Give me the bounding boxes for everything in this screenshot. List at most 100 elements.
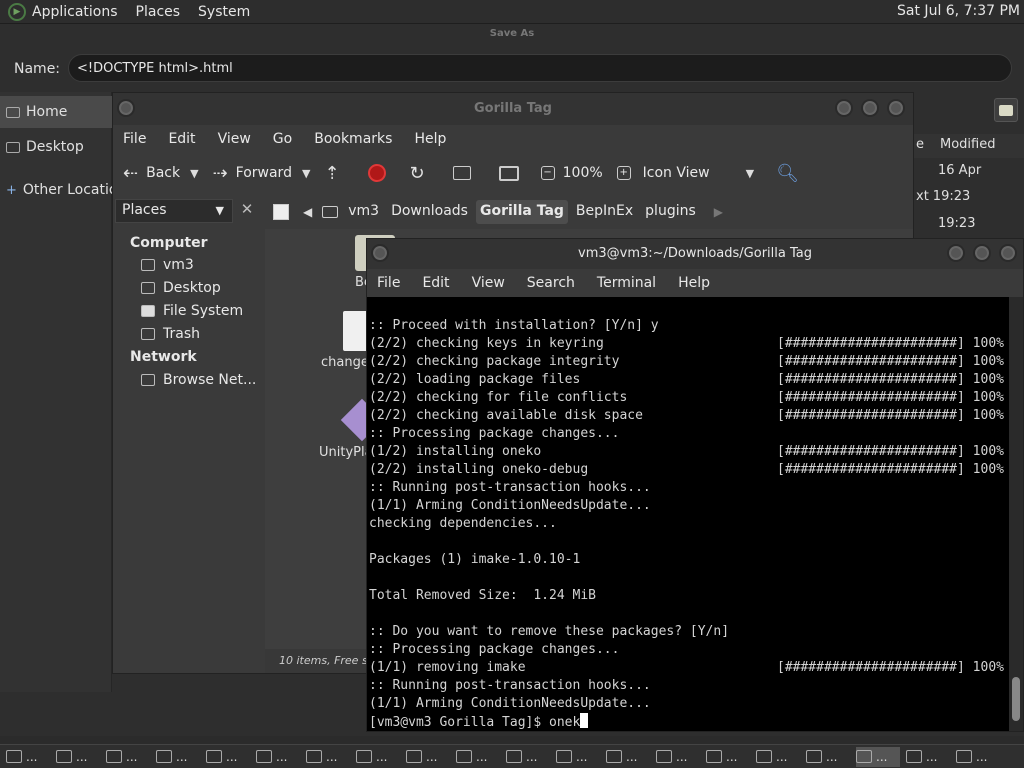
back-button[interactable]: ⇠ Back ▼ bbox=[123, 163, 199, 184]
sidepane-item-filesystem[interactable]: File System bbox=[141, 303, 243, 319]
terminal-screen[interactable]: :: Proceed with installation? [Y/n] y(2/… bbox=[367, 297, 1009, 731]
window-menu-button[interactable] bbox=[371, 244, 389, 262]
taskbar-item[interactable]: ... bbox=[656, 747, 700, 767]
sidepane-item-vm3[interactable]: vm3 bbox=[141, 257, 194, 273]
taskbar-item[interactable]: ... bbox=[206, 747, 250, 767]
menu-terminal[interactable]: Terminal bbox=[597, 275, 656, 291]
path-left-icon[interactable]: ◀ bbox=[303, 205, 312, 219]
taskbar-item[interactable]: ... bbox=[956, 747, 1000, 767]
sidepane-item-desktop[interactable]: Desktop bbox=[141, 280, 221, 296]
sidebar-item-label: Desktop bbox=[26, 139, 84, 155]
zoom-out-button[interactable]: − 100% bbox=[540, 165, 603, 181]
taskbar-item[interactable]: ... bbox=[306, 747, 350, 767]
terminal-line-text: :: Proceed with installation? [Y/n] y bbox=[369, 318, 659, 333]
menu-help[interactable]: Help bbox=[414, 131, 446, 147]
file-manager-titlebar[interactable]: Gorilla Tag bbox=[113, 93, 913, 125]
minimize-button[interactable] bbox=[835, 99, 853, 117]
menu-search[interactable]: Search bbox=[527, 275, 575, 291]
crumb-plugins[interactable]: plugins bbox=[641, 200, 700, 224]
chevron-down-icon[interactable]: ▼ bbox=[190, 167, 198, 180]
close-button[interactable] bbox=[999, 244, 1017, 262]
file-row-modified[interactable]: 16 Apr bbox=[912, 158, 1024, 184]
file-item-changelog[interactable]: changelo bbox=[285, 311, 380, 370]
taskbar-item[interactable]: ... bbox=[106, 747, 150, 767]
window-icon bbox=[956, 750, 972, 763]
taskbar-item[interactable]: ... bbox=[156, 747, 200, 767]
taskbar-item[interactable]: ... bbox=[406, 747, 450, 767]
sidebar-item-desktop[interactable]: Desktop bbox=[0, 131, 112, 163]
progress-bar-text: [######################] 100% bbox=[777, 390, 1004, 405]
taskbar-item[interactable]: ... bbox=[56, 747, 100, 767]
menu-applications[interactable]: Applications bbox=[32, 4, 118, 20]
menu-file[interactable]: File bbox=[377, 275, 400, 291]
close-sidepane-icon[interactable]: ✕ bbox=[235, 199, 259, 223]
menu-view[interactable]: View bbox=[218, 131, 251, 147]
window-menu-button[interactable] bbox=[117, 99, 135, 117]
taskbar-item[interactable]: ... bbox=[856, 746, 900, 767]
new-folder-button[interactable] bbox=[994, 98, 1018, 122]
file-row-modified[interactable]: 19:23 bbox=[912, 211, 1024, 237]
sidepane-item-browse-network[interactable]: Browse Net... bbox=[141, 372, 256, 388]
minimize-button[interactable] bbox=[947, 244, 965, 262]
search-button[interactable]: 🔍︎ bbox=[768, 163, 807, 184]
menu-help[interactable]: Help bbox=[678, 275, 710, 291]
terminal-scrollbar[interactable] bbox=[1009, 297, 1023, 731]
crumb-gorilla-tag[interactable]: Gorilla Tag bbox=[475, 200, 568, 224]
taskbar-item[interactable]: ... bbox=[506, 747, 550, 767]
taskbar-item[interactable]: ... bbox=[556, 747, 600, 767]
computer-button[interactable] bbox=[498, 165, 527, 181]
sidepane-item-label: Desktop bbox=[163, 280, 221, 296]
edit-path-icon[interactable] bbox=[273, 204, 289, 220]
taskbar-item[interactable]: ... bbox=[706, 747, 750, 767]
menu-system[interactable]: System bbox=[198, 4, 250, 20]
scrollbar-thumb[interactable] bbox=[1012, 677, 1020, 721]
maximize-button[interactable] bbox=[973, 244, 991, 262]
name-label: Name: bbox=[14, 61, 61, 77]
filename-input[interactable] bbox=[68, 54, 1012, 82]
taskbar-item[interactable]: ... bbox=[456, 747, 500, 767]
reload-button[interactable]: ↻ bbox=[410, 163, 439, 184]
crumb-downloads[interactable]: Downloads bbox=[387, 200, 472, 224]
crumb-bepinex[interactable]: BepInEx bbox=[572, 200, 637, 224]
file-item-unityplayer[interactable]: UnityPlaye bbox=[285, 398, 388, 460]
terminal-line: (2/2) checking keys in keyring [#########… bbox=[369, 335, 1009, 353]
forward-button[interactable]: ⇢ Forward ▼ bbox=[213, 163, 311, 184]
taskbar-item-label: ... bbox=[976, 749, 988, 764]
maximize-button[interactable] bbox=[861, 99, 879, 117]
view-mode-selector[interactable]: + Icon View ▼ bbox=[616, 165, 754, 181]
home-button[interactable] bbox=[452, 166, 485, 180]
taskbar-item[interactable]: ... bbox=[606, 747, 650, 767]
taskbar-item[interactable]: ... bbox=[756, 747, 800, 767]
modified-column-header[interactable]: e Modified bbox=[912, 134, 1024, 158]
stop-icon[interactable] bbox=[367, 164, 386, 182]
menu-go[interactable]: Go bbox=[273, 131, 292, 147]
chevron-down-icon[interactable]: ▼ bbox=[302, 167, 310, 180]
places-dropdown[interactable]: Places ▼ bbox=[115, 199, 233, 223]
menu-file[interactable]: File bbox=[123, 131, 146, 147]
command-input[interactable]: onek bbox=[549, 715, 580, 730]
prompt-line[interactable]: [vm3@vm3 Gorilla Tag]$ onek bbox=[369, 713, 1009, 731]
taskbar-item[interactable]: ... bbox=[356, 747, 400, 767]
taskbar-item[interactable]: ... bbox=[906, 747, 950, 767]
sidebar-item-home[interactable]: Home bbox=[0, 96, 112, 128]
menu-places[interactable]: Places bbox=[136, 4, 181, 20]
close-button[interactable] bbox=[887, 99, 905, 117]
path-right-icon[interactable]: ▶ bbox=[714, 205, 723, 219]
terminal-titlebar[interactable]: vm3@vm3:~/Downloads/Gorilla Tag bbox=[367, 239, 1023, 269]
distro-logo-icon[interactable]: ▶ bbox=[8, 2, 26, 21]
taskbar-item[interactable]: ... bbox=[256, 747, 300, 767]
zoom-out-icon: − bbox=[540, 166, 555, 180]
clock[interactable]: Sat Jul 6, 7:37 PM bbox=[897, 3, 1020, 19]
sidepane-item-trash[interactable]: Trash bbox=[141, 326, 200, 342]
menu-bookmarks[interactable]: Bookmarks bbox=[314, 131, 392, 147]
up-button[interactable]: ⇡ bbox=[324, 163, 353, 184]
crumb-vm3[interactable]: vm3 bbox=[344, 200, 383, 224]
taskbar-item[interactable]: ... bbox=[806, 747, 850, 767]
menu-view[interactable]: View bbox=[472, 275, 505, 291]
sidebar-item-other-locations[interactable]: + Other Locations bbox=[0, 174, 112, 206]
terminal-line-text: Packages (1) imake-1.0.10-1 bbox=[369, 552, 581, 567]
menu-edit[interactable]: Edit bbox=[168, 131, 195, 147]
taskbar-item[interactable]: ... bbox=[6, 747, 50, 767]
menu-edit[interactable]: Edit bbox=[422, 275, 449, 291]
file-row-modified[interactable]: xt 19:23 bbox=[912, 184, 1024, 210]
